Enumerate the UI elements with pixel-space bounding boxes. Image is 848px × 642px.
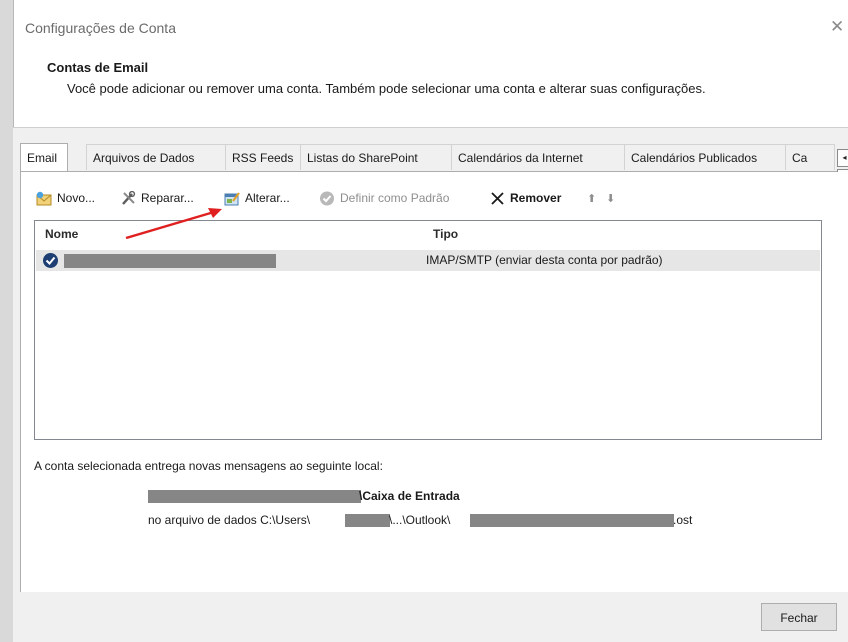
column-header-name[interactable]: Nome [45, 221, 78, 247]
tab-scroll-buttons: ◂▸ [837, 147, 848, 187]
checkmark-circle-icon [320, 191, 334, 205]
tab-rss-feeds[interactable]: RSS Feeds [225, 144, 301, 170]
data-file-prefix: no arquivo de dados C:\Users\ [148, 513, 311, 527]
move-up-icon[interactable]: ⬆ [587, 188, 596, 208]
redacted-mailbox [148, 490, 361, 503]
default-account-check-icon [43, 253, 58, 268]
tab-internet-calendars[interactable]: Calendários da Internet [451, 144, 625, 170]
redacted-account-name [64, 254, 276, 268]
close-icon[interactable]: ✕ [830, 17, 844, 37]
remove-button[interactable]: Remover [489, 188, 561, 208]
window-edge [0, 0, 14, 642]
new-account-label: Novo... [57, 191, 96, 205]
tab-sharepoint-lists[interactable]: Listas do SharePoint [300, 144, 452, 170]
remove-label: Remover [510, 191, 562, 205]
data-file-suffix: .ost [673, 513, 693, 527]
tab-scroll-left-icon[interactable]: ◂ [837, 149, 848, 167]
data-file-middle: \...\Outlook\ [389, 513, 451, 527]
delivery-intro: A conta selecionada entrega novas mensag… [34, 459, 383, 473]
account-list[interactable]: Nome Tipo IMAP/SMTP (enviar desta conta … [34, 220, 822, 440]
tab-data-files[interactable]: Arquivos de Dados [86, 144, 226, 170]
tab-published-calendars[interactable]: Calendários Publicados [624, 144, 786, 170]
set-default-button[interactable]: Definir como Padrão [319, 188, 449, 208]
tab-email[interactable]: Email [20, 143, 68, 171]
inbox-folder: \Caixa de Entrada [359, 489, 460, 503]
change-label: Alterar... [245, 191, 290, 205]
set-default-label: Definir como Padrão [340, 191, 450, 205]
new-mail-icon [36, 191, 52, 205]
section-heading: Contas de Email [47, 60, 149, 75]
column-header-type[interactable]: Tipo [433, 221, 458, 247]
redacted-filename [470, 514, 674, 527]
tab-truncated[interactable]: Ca [785, 144, 835, 170]
account-type: IMAP/SMTP (enviar desta conta por padrão… [426, 253, 663, 267]
annotation-arrow-icon [125, 208, 222, 240]
new-account-button[interactable]: Novo... [36, 188, 95, 208]
redacted-username [345, 514, 390, 527]
section-description: Você pode adicionar ou remover uma conta… [67, 81, 706, 96]
account-settings-window: Configurações de Conta ✕ Contas de Email… [0, 0, 848, 642]
move-down-icon[interactable]: ⬇ [606, 188, 615, 208]
tab-strip: Email Arquivos de Dados RSS Feeds Listas… [20, 143, 848, 187]
remove-x-icon [491, 191, 504, 205]
close-button[interactable]: Fechar [761, 603, 837, 631]
window-title: Configurações de Conta [25, 20, 176, 36]
account-row[interactable]: IMAP/SMTP (enviar desta conta por padrão… [36, 250, 820, 271]
